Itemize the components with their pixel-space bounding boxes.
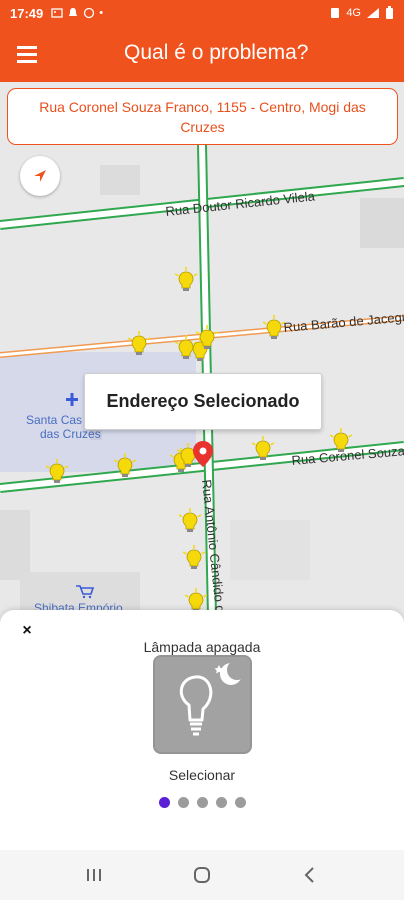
battery-icon <box>386 6 393 19</box>
pagination-dots <box>0 797 404 808</box>
tooltip-text: Endereço Selecionado <box>106 391 300 411</box>
recent-apps-icon <box>87 869 101 881</box>
light-bulb-off-icon <box>179 660 247 736</box>
close-button[interactable]: × <box>18 622 36 640</box>
pagination-dot[interactable] <box>215 797 227 808</box>
close-icon: × <box>22 622 32 639</box>
notification-icons: • <box>51 7 103 19</box>
signal-icon <box>367 8 379 18</box>
status-bar: 17:49 • 4G <box>0 0 404 26</box>
network-type: 4G <box>346 7 361 19</box>
select-button[interactable]: Selecionar <box>0 767 404 783</box>
page-title: Qual é o problema? <box>124 41 309 64</box>
more-dot: • <box>99 7 104 19</box>
option-title: Lâmpada apagada <box>143 639 261 655</box>
image-notification-icon <box>51 8 63 18</box>
option-card-lampada-apagada[interactable] <box>153 655 252 754</box>
place-label-hospital-1: Santa Cas <box>26 413 82 427</box>
menu-button[interactable] <box>0 26 56 82</box>
pagination-dot[interactable] <box>158 797 170 808</box>
home-icon <box>194 867 210 883</box>
problem-type-sheet: × Lâmpada apagada Selecionar <box>0 610 404 850</box>
back-icon <box>304 867 314 883</box>
navigation-arrow-icon <box>34 170 46 182</box>
home-button[interactable] <box>182 855 222 895</box>
address-text: Rua Coronel Souza Franco, 1155 - Centro,… <box>39 98 366 135</box>
bell-icon <box>69 8 78 16</box>
pagination-dot[interactable] <box>196 797 208 808</box>
status-time: 17:49 <box>10 5 44 21</box>
back-button[interactable] <box>290 855 330 895</box>
pagination-dot[interactable] <box>234 797 246 808</box>
status-right: 4G <box>329 6 394 20</box>
hamburger-menu-icon <box>17 46 37 63</box>
address-field[interactable]: Rua Coronel Souza Franco, 1155 - Centro,… <box>7 88 398 145</box>
pagination-dot[interactable] <box>177 797 189 808</box>
sim-icon <box>331 8 340 18</box>
alarm-icon <box>84 7 95 19</box>
system-nav-bar <box>0 850 404 900</box>
selected-address-tooltip: Endereço Selecionado <box>84 373 322 430</box>
locate-button[interactable] <box>20 156 60 196</box>
app-bar: Qual é o problema? <box>0 26 404 82</box>
recent-apps-button[interactable] <box>74 855 114 895</box>
